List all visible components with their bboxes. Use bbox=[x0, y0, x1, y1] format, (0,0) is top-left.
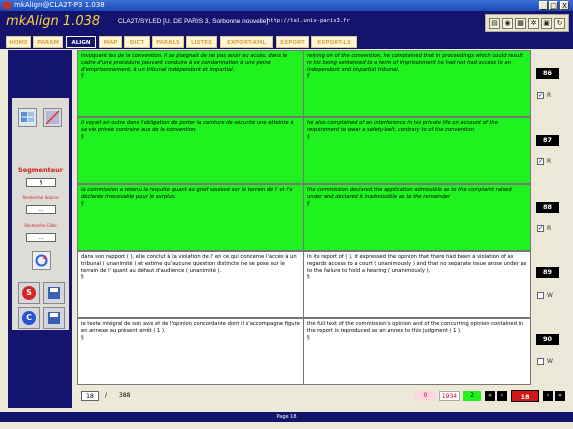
source-save-button[interactable] bbox=[43, 282, 65, 304]
source-segment[interactable]: la commission a retenu la requête quant … bbox=[77, 184, 304, 251]
refresh-icon[interactable] bbox=[32, 251, 51, 270]
minimize-button[interactable]: _ bbox=[539, 1, 548, 10]
row-check-label: W bbox=[547, 358, 553, 365]
tab-param[interactable]: PARAM bbox=[33, 36, 63, 48]
alignment-row: la commission a retenu la requête quant … bbox=[77, 184, 531, 251]
close-button[interactable]: X bbox=[560, 1, 569, 10]
count-red: 0 bbox=[415, 391, 436, 401]
segmenteur-label: Segmenteur bbox=[18, 166, 63, 174]
source-button[interactable]: S bbox=[18, 282, 40, 304]
tab-bar: HOME PARAM ALIGN MAP DICT PARALS LISTES … bbox=[0, 35, 573, 49]
alignment-row: invoquant les de la convention, il se pl… bbox=[77, 50, 531, 117]
save-icon[interactable]: ▣ bbox=[541, 18, 552, 29]
recherche-cible-label: Recherche Cible bbox=[24, 223, 57, 228]
toolbar-icons: ▤ ◉ ▦ ✲ ▣ ↻ bbox=[485, 14, 569, 32]
target-segment[interactable]: he also complained of an interference in… bbox=[303, 117, 531, 184]
status-bar: Page 18 bbox=[0, 412, 573, 422]
window-bottom-edge bbox=[0, 422, 573, 429]
row-number: 89 bbox=[536, 267, 559, 278]
source-segment[interactable]: dans son rapport ( ), elle conclut à la … bbox=[77, 251, 304, 318]
row-number: 88 bbox=[536, 202, 559, 213]
app-icon bbox=[3, 2, 11, 9]
total-pages: 388 bbox=[119, 392, 131, 399]
recherche-source-input[interactable]: ... bbox=[26, 205, 56, 214]
row-controls: 86 ✓ R 87 ✓ R 88 ✓ R 89 W 90 W bbox=[532, 50, 567, 385]
alignment-grid: invoquant les de la convention, il se pl… bbox=[77, 50, 531, 385]
target-segment[interactable]: in its report of ( ), it expressed the o… bbox=[303, 251, 531, 318]
eye-icon[interactable]: ◉ bbox=[502, 18, 513, 29]
last-page-icon[interactable]: » bbox=[555, 391, 565, 401]
target-segment[interactable]: relying on of the convention, he complai… bbox=[303, 50, 531, 117]
tab-dict[interactable]: DICT bbox=[124, 36, 150, 48]
source-segment[interactable]: le texte intégral de son avis et de l'op… bbox=[77, 318, 304, 385]
target-segment[interactable]: the commission declared the application … bbox=[303, 184, 531, 251]
window-titlebar: mkAlign@CLA2T-P3 1.038 _ □ X bbox=[0, 0, 573, 11]
alignment-row: il voyait en outre dans l'obligation de … bbox=[77, 117, 531, 184]
row-checkbox[interactable]: ✓ bbox=[537, 158, 544, 165]
recherche-source-label: Recherche Source bbox=[22, 195, 59, 200]
tool-panel: Segmenteur § Recherche Source ... Recher… bbox=[12, 98, 69, 330]
row-check-label: R bbox=[547, 225, 552, 232]
source-segment[interactable]: il voyait en outre dans l'obligation de … bbox=[77, 117, 304, 184]
row-check-label: R bbox=[547, 92, 552, 99]
cible-save-button[interactable] bbox=[43, 307, 65, 329]
page-input[interactable]: 18 bbox=[81, 391, 99, 401]
window-title: mkAlign@CLA2T-P3 1.038 bbox=[14, 1, 105, 9]
folder-icon[interactable]: ▤ bbox=[489, 18, 500, 29]
row-number: 86 bbox=[536, 68, 559, 79]
refresh-icon[interactable]: ↻ bbox=[554, 18, 565, 29]
align-tool-icon[interactable] bbox=[18, 108, 37, 127]
page-separator: / bbox=[105, 392, 108, 399]
tab-export[interactable]: EXPORT bbox=[276, 36, 309, 48]
row-check-label: R bbox=[547, 158, 552, 165]
maximize-button[interactable]: □ bbox=[549, 1, 558, 10]
tab-home[interactable]: HOME bbox=[6, 36, 31, 48]
left-panel: Segmenteur § Recherche Source ... Recher… bbox=[8, 50, 72, 408]
app-header: mkAlign 1.038 CLA2T/SYLED [U. DE PARIS 3… bbox=[0, 11, 573, 35]
tab-export-l3[interactable]: EXPORT-L3 bbox=[311, 36, 357, 48]
row-checkbox[interactable] bbox=[537, 292, 544, 299]
next-page-icon[interactable]: › bbox=[543, 391, 553, 401]
source-segment[interactable]: invoquant les de la convention, il se pl… bbox=[77, 50, 304, 117]
alignment-row: le texte intégral de son avis et de l'op… bbox=[77, 318, 531, 385]
count-green: 2 bbox=[463, 391, 481, 401]
split-tool-icon[interactable] bbox=[43, 108, 62, 127]
segmenteur-input[interactable]: § bbox=[26, 178, 56, 187]
current-row: 18 bbox=[511, 390, 539, 402]
grid-icon[interactable]: ▦ bbox=[515, 18, 526, 29]
count-white: 1934 bbox=[439, 391, 460, 401]
row-number: 87 bbox=[536, 135, 559, 146]
alignment-row: dans son rapport ( ), elle conclut à la … bbox=[77, 251, 531, 318]
row-checkbox[interactable] bbox=[537, 358, 544, 365]
c-icon: C bbox=[22, 311, 36, 325]
tab-map[interactable]: MAP bbox=[99, 36, 122, 48]
s-icon: S bbox=[22, 286, 36, 300]
first-page-icon[interactable]: « bbox=[485, 391, 495, 401]
row-checkbox[interactable]: ✓ bbox=[537, 92, 544, 99]
site-url[interactable]: http://tal.univ-paris3.fr bbox=[267, 18, 350, 24]
bottom-navigation: 18 / 388 0 1934 2 « ‹ 18 › » bbox=[77, 386, 567, 408]
gear-icon[interactable]: ✲ bbox=[528, 18, 539, 29]
app-name: mkAlign 1.038 bbox=[6, 14, 101, 29]
recherche-cible-input[interactable]: ... bbox=[26, 233, 56, 242]
row-check-label: W bbox=[547, 292, 553, 299]
cible-button[interactable]: C bbox=[18, 307, 40, 329]
prev-page-icon[interactable]: ‹ bbox=[497, 391, 507, 401]
row-number: 90 bbox=[536, 334, 559, 345]
corpus-label: CLA2T/SYLED [U. DE PARIS 3, Sorbonne nou… bbox=[118, 18, 269, 25]
tab-align[interactable]: ALIGN bbox=[66, 36, 96, 48]
tab-export-xml[interactable]: EXPORT-XML bbox=[220, 36, 273, 48]
row-checkbox[interactable]: ✓ bbox=[537, 225, 544, 232]
tab-listes[interactable]: LISTES bbox=[186, 36, 217, 48]
target-segment[interactable]: the full text of the commission's opinio… bbox=[303, 318, 531, 385]
tab-parals[interactable]: PARALS bbox=[152, 36, 184, 48]
